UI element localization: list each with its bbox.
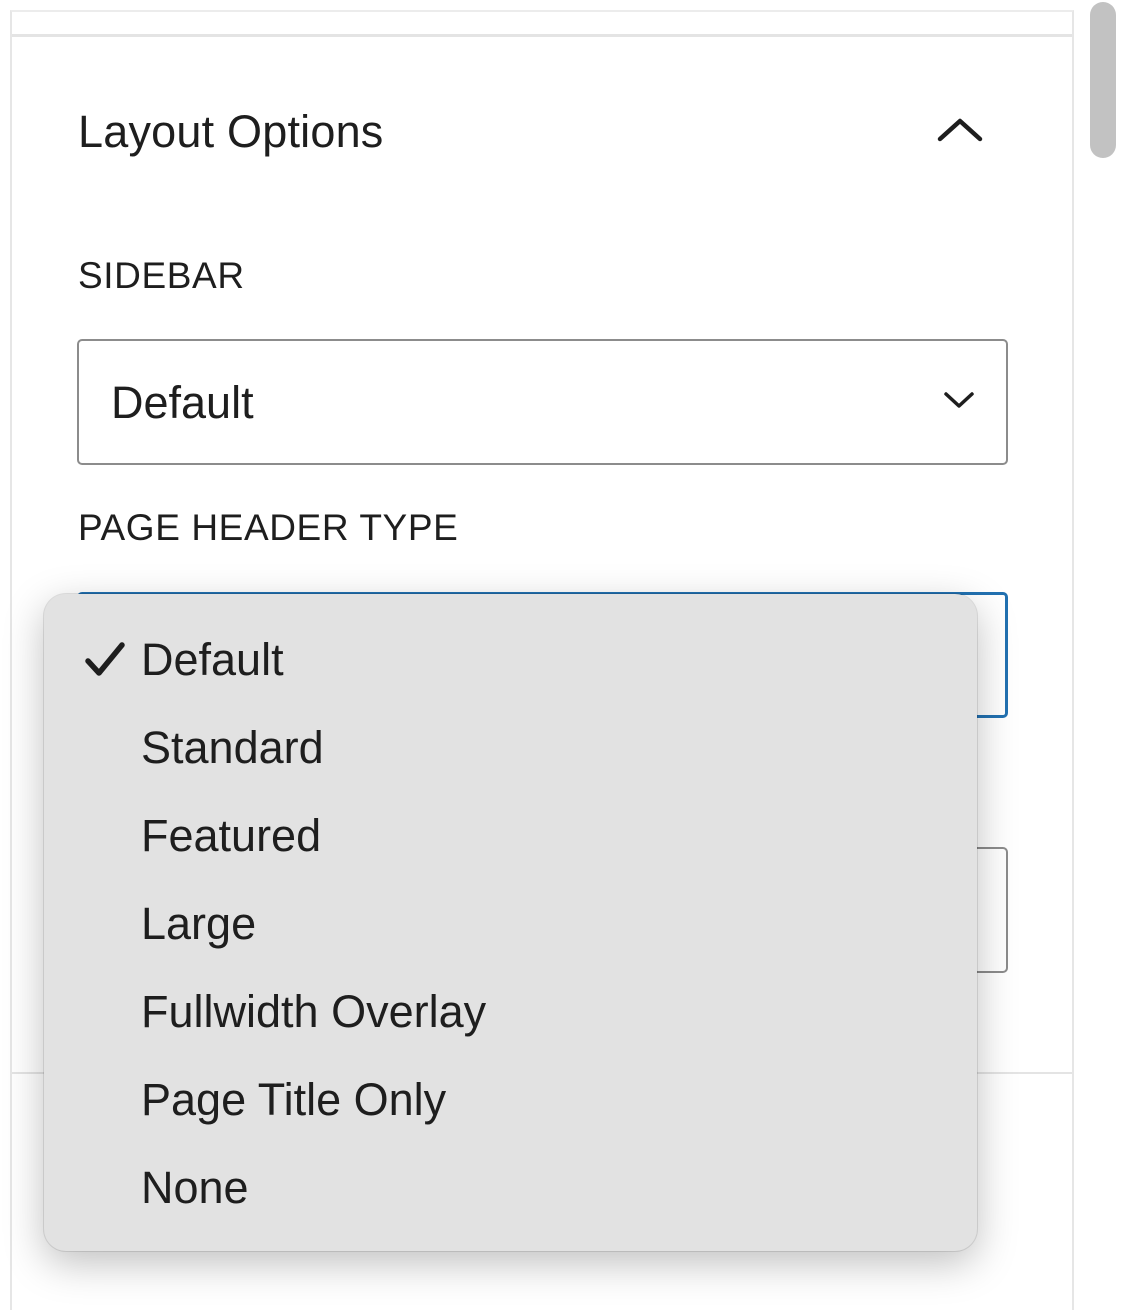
scrollbar[interactable]	[1082, 0, 1124, 1310]
dropdown-option-standard[interactable]: Standard	[44, 704, 977, 792]
checkmark-icon	[85, 642, 125, 676]
scrollbar-thumb[interactable]	[1090, 2, 1116, 158]
dropdown-option-label: None	[141, 1162, 249, 1213]
dropdown-option-none[interactable]: None	[44, 1144, 977, 1232]
dropdown-option-default[interactable]: Default	[44, 616, 977, 704]
dropdown-option-large[interactable]: Large	[44, 880, 977, 968]
sidebar-label: SIDEBAR	[78, 255, 245, 296]
panel-divider	[12, 34, 1072, 37]
dropdown-option-featured[interactable]: Featured	[44, 792, 977, 880]
dropdown-option-label: Fullwidth Overlay	[141, 986, 487, 1037]
dropdown-option-label: Large	[141, 898, 257, 949]
sidebar-select[interactable]: Default	[77, 339, 1008, 465]
collapse-section-button[interactable]	[930, 104, 990, 156]
dropdown-option-label: Standard	[141, 722, 324, 773]
chevron-up-icon	[937, 118, 983, 142]
page-header-type-label: PAGE HEADER TYPE	[78, 507, 459, 548]
dropdown-option-label: Featured	[141, 810, 322, 861]
dropdown-option-label: Page Title Only	[141, 1074, 447, 1125]
section-title: Layout Options	[78, 106, 384, 157]
page: Layout Options SIDEBAR Default PAGE HEAD…	[0, 0, 1124, 1310]
chevron-down-icon	[944, 392, 974, 408]
dropdown-option-page-title-only[interactable]: Page Title Only	[44, 1056, 977, 1144]
sidebar-select-value: Default	[111, 377, 254, 428]
dropdown-option-label: Default	[141, 634, 284, 685]
dropdown-option-fullwidth-overlay[interactable]: Fullwidth Overlay	[44, 968, 977, 1056]
page-header-type-dropdown: Default Standard Featured Large Fullwidt…	[44, 594, 977, 1251]
